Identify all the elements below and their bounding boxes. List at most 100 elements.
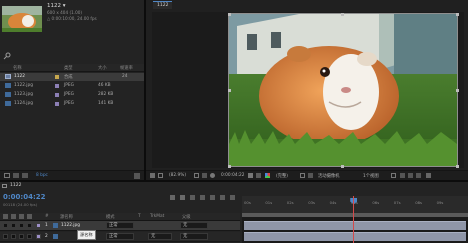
display-icon[interactable] xyxy=(158,173,163,178)
frame-blending-icon[interactable] xyxy=(210,195,215,200)
column-name[interactable]: 名称 xyxy=(13,65,22,71)
project-item[interactable]: 1122 合成 24 xyxy=(0,73,144,81)
camera-icon[interactable] xyxy=(210,173,215,178)
magnification-dropdown[interactable]: (82.9%) xyxy=(169,173,186,178)
label-color[interactable] xyxy=(36,234,41,239)
trkmat-dropdown[interactable]: 无 xyxy=(148,233,172,240)
blend-mode-dropdown[interactable]: 正常 xyxy=(106,233,134,240)
eye-icon[interactable] xyxy=(3,214,8,219)
new-composition-icon[interactable] xyxy=(22,173,28,178)
current-time-display[interactable]: 0:00:04:22 xyxy=(3,193,46,201)
project-footer: 8 bpc xyxy=(0,170,144,180)
parent-dropdown[interactable]: 无 xyxy=(180,222,208,229)
column-parent[interactable]: 父级 xyxy=(182,214,191,220)
timeline-icon[interactable] xyxy=(408,173,413,178)
ruler-tick-label: 01s xyxy=(265,200,273,205)
always-preview-icon[interactable] xyxy=(150,173,155,178)
trash-icon[interactable] xyxy=(134,173,140,179)
image-file-icon xyxy=(5,83,11,88)
solo-switch[interactable] xyxy=(19,223,24,228)
new-folder-icon[interactable] xyxy=(13,173,19,178)
comp-flowchart-icon[interactable] xyxy=(180,195,185,200)
transform-handle[interactable] xyxy=(456,165,459,168)
graph-editor-icon[interactable] xyxy=(230,195,235,200)
draft-3d-icon[interactable] xyxy=(190,195,195,200)
visibility-eye-icon[interactable] xyxy=(3,223,8,228)
composition-toolbar: (82.9%) 0:00:04:22 (完整) 活动摄像机 1个视图 xyxy=(146,170,468,180)
ruler-tick-label: 09s xyxy=(436,200,444,205)
project-item[interactable]: 1122.jpg JPEG 46 KB xyxy=(0,82,144,90)
column-fps[interactable]: 帧速率 xyxy=(120,65,133,71)
shy-icon[interactable] xyxy=(200,195,205,200)
column-trkmat[interactable]: TrkMat xyxy=(150,214,164,219)
search-icon[interactable] xyxy=(170,195,175,200)
column-mode[interactable]: 模式 xyxy=(106,214,115,220)
column-type[interactable]: 类型 xyxy=(64,65,73,71)
timeline-panel: 1122 0:00:04:22 00118 (24.00 fps) # 源名称 … xyxy=(0,182,468,243)
toggle-transparency-icon[interactable] xyxy=(308,173,313,178)
ruler-tick-label: 04s xyxy=(329,200,337,205)
motion-blur-icon[interactable] xyxy=(220,195,225,200)
audio-icon[interactable] xyxy=(11,214,16,219)
comp-info-duration: △ 0:00:10:00, 24.00 fps xyxy=(47,16,97,21)
transform-handle[interactable] xyxy=(228,89,231,92)
camera-dropdown[interactable]: 活动摄像机 xyxy=(318,173,339,179)
transform-handle[interactable] xyxy=(456,89,459,92)
resolution-dropdown[interactable]: (完整) xyxy=(276,173,288,179)
layer-duration-bar[interactable] xyxy=(244,221,466,230)
playhead-line[interactable] xyxy=(353,196,355,243)
label-color xyxy=(55,102,59,106)
bpc-toggle[interactable]: 8 bpc xyxy=(36,173,48,178)
lock-switch[interactable] xyxy=(27,223,32,228)
fast-preview-icon[interactable] xyxy=(400,173,405,178)
view-layout-dropdown[interactable]: 1个视图 xyxy=(363,173,379,179)
transparency-grid-icon[interactable] xyxy=(202,173,207,178)
layer-tracks xyxy=(242,217,468,243)
grid-icon[interactable] xyxy=(194,173,199,178)
column-size[interactable]: 大小 xyxy=(98,65,107,71)
tab-composition[interactable]: 1122 xyxy=(153,1,173,9)
flowchart-icon[interactable] xyxy=(416,173,421,178)
guinea-pig-photo xyxy=(228,13,458,167)
lock-switch[interactable] xyxy=(27,234,32,239)
comp-thumbnail xyxy=(2,6,42,32)
project-item[interactable]: 1124.jpg JPEG 141 KB xyxy=(0,100,144,108)
exposure-icon[interactable] xyxy=(426,173,431,178)
transform-handle[interactable] xyxy=(456,13,459,16)
interpret-footage-icon[interactable] xyxy=(4,173,10,178)
transform-handle[interactable] xyxy=(228,13,231,16)
label-color[interactable] xyxy=(36,223,41,228)
column-layer-number[interactable]: # xyxy=(45,214,49,219)
snapshot-icon[interactable] xyxy=(248,173,253,178)
view-icon[interactable] xyxy=(391,173,396,178)
audio-switch[interactable] xyxy=(11,223,16,228)
search-icon[interactable] xyxy=(2,52,12,60)
comp-info-size: 600 x 404 (1.00) xyxy=(47,10,83,15)
current-time-readout[interactable]: 0:00:04:22 xyxy=(221,173,244,178)
image-file-icon xyxy=(53,223,58,228)
channel-icon[interactable] xyxy=(265,173,270,178)
region-of-interest-icon[interactable] xyxy=(300,173,305,178)
solo-switch[interactable] xyxy=(19,234,24,239)
tab-timeline[interactable]: 1122 xyxy=(2,183,42,191)
lock-icon[interactable] xyxy=(27,214,32,219)
project-item[interactable]: 1123.jpg JPEG 282 KB xyxy=(0,91,144,99)
column-t[interactable]: T xyxy=(138,214,141,219)
solo-icon[interactable] xyxy=(19,214,24,219)
composition-viewer[interactable] xyxy=(152,12,464,168)
column-source-name[interactable]: 源名称 xyxy=(60,214,73,220)
layer-duration-bar[interactable] xyxy=(244,232,466,241)
layer-row[interactable]: 1 1122.jpg 正常 无 xyxy=(0,221,240,231)
transform-handle[interactable] xyxy=(341,13,344,16)
transform-handle[interactable] xyxy=(341,165,344,168)
audio-switch[interactable] xyxy=(11,234,16,239)
close-icon[interactable] xyxy=(2,184,7,188)
layer-row[interactable]: 2 正常 无 无 xyxy=(0,232,240,242)
blend-mode-dropdown[interactable]: 正常 xyxy=(106,222,134,229)
parent-dropdown[interactable]: 无 xyxy=(180,233,208,240)
visibility-eye-icon[interactable] xyxy=(3,234,8,239)
show-snapshot-icon[interactable] xyxy=(256,173,261,178)
label-color xyxy=(55,84,59,88)
layer-name[interactable]: 1122.jpg xyxy=(61,223,80,228)
transform-handle[interactable] xyxy=(228,165,231,168)
